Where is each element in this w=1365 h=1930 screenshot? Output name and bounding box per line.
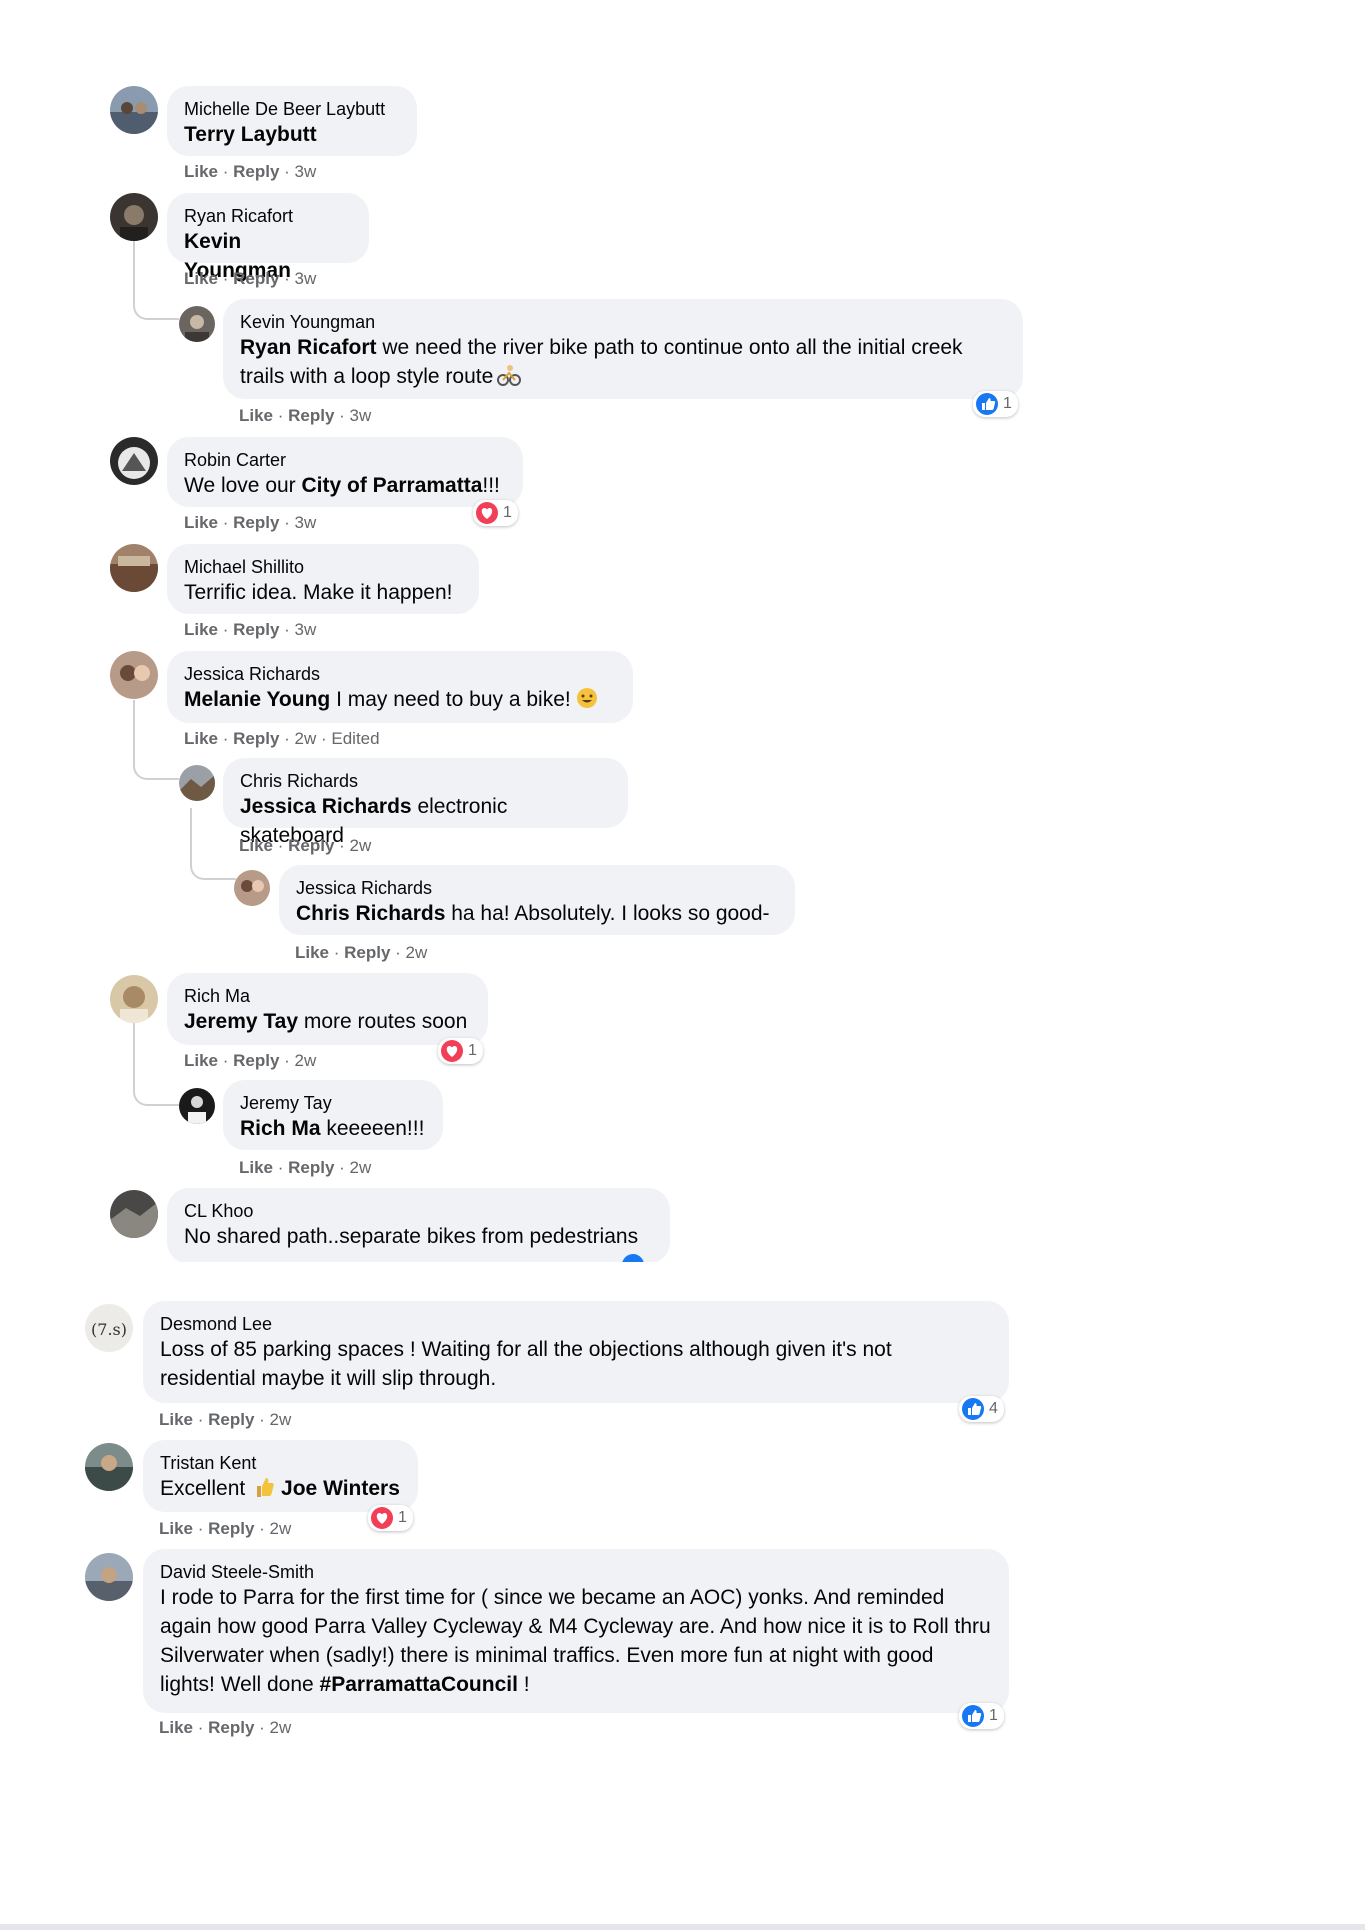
timestamp[interactable]: 2w [270,1519,292,1538]
page-bottom-divider [0,1924,1365,1930]
comment-text: Loss of 85 parking spaces ! Waiting for … [160,1338,892,1390]
reply-button[interactable]: Reply [208,1519,254,1538]
like-icon [962,1398,984,1420]
comment-bubble: CL Khoo No shared path..separate bikes f… [167,1188,670,1262]
comment-text: I rode to Parra for the first time for (… [160,1586,991,1696]
reaction-badge[interactable]: 1 [368,1505,413,1531]
comment-actions: Like · Reply · 2w [159,1519,292,1538]
comment-author[interactable]: Tristan Kent [160,1452,401,1474]
comment-actions: Like · Reply · 2w [159,1410,292,1429]
mention-link[interactable]: Joe Winters [281,1477,400,1500]
thumbs-up-emoji [251,1475,275,1499]
like-button[interactable]: Like [159,1718,193,1737]
comment: CL Khoo No shared path..separate bikes f… [0,0,1365,1262]
reply-button[interactable]: Reply [208,1718,254,1737]
hashtag-link[interactable]: #ParramattaCouncil [320,1673,518,1696]
avatar[interactable] [85,1443,133,1491]
timestamp[interactable]: 2w [270,1410,292,1429]
timestamp[interactable]: 2w [270,1718,292,1737]
comment-bubble: David Steele-Smith I rode to Parra for t… [143,1549,1009,1713]
love-icon [371,1507,393,1529]
comment-text: Excellent Joe Winters [160,1475,400,1500]
reaction-badge[interactable]: 4 [959,1396,1004,1422]
like-button[interactable]: Like [159,1519,193,1538]
reply-button[interactable]: Reply [208,1410,254,1429]
comment-author[interactable]: David Steele-Smith [160,1561,992,1583]
comment-bubble: Tristan Kent Excellent Joe Winters [143,1440,418,1512]
comment-text: No shared path..separate bikes from pede… [184,1225,639,1248]
comment-bubble: Desmond Lee Loss of 85 parking spaces ! … [143,1301,1009,1403]
avatar[interactable]: (7.s) [85,1304,133,1352]
avatar[interactable] [85,1553,133,1601]
like-button[interactable]: Like [159,1410,193,1429]
svg-text:(7.s): (7.s) [91,1320,127,1339]
comment-actions: Like · Reply · 2w [159,1718,292,1737]
like-icon [962,1705,984,1727]
comment-author[interactable]: Desmond Lee [160,1313,992,1335]
avatar[interactable] [110,1190,158,1238]
comment-author[interactable]: CL Khoo [184,1200,653,1222]
reaction-badge[interactable]: 1 [959,1703,1004,1729]
